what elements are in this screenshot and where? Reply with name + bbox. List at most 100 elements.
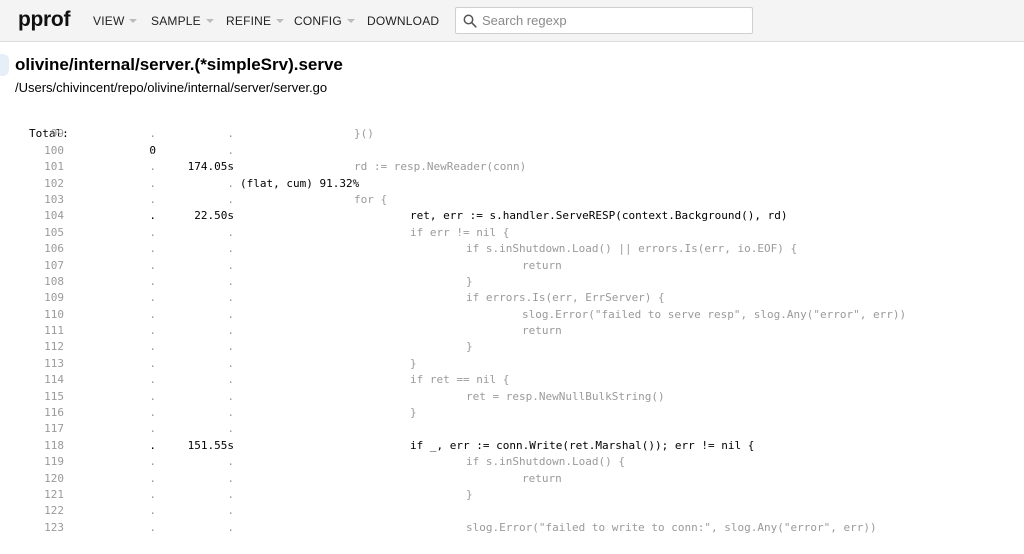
line-number: 117 xyxy=(44,422,64,436)
source-line-row[interactable]: 122.. xyxy=(0,503,234,519)
cum-value: . xyxy=(227,291,234,305)
source-line-row[interactable]: 114.. if ret == nil { xyxy=(0,372,509,388)
source-code: ret = resp.NewNullBulkString() xyxy=(466,389,665,403)
source-code: if errors.Is(err, ErrServer) { xyxy=(466,291,665,305)
line-number: 110 xyxy=(44,307,64,321)
pprof-logo[interactable]: pprof xyxy=(18,8,70,32)
source-line-row[interactable]: 102.. xyxy=(0,176,234,192)
flat-value: . xyxy=(149,406,156,420)
search-box[interactable] xyxy=(455,7,753,34)
source-code: if err != nil { xyxy=(410,225,510,239)
source-line-row[interactable]: 118. 151.55s if _, err := conn.Write(ret.M… xyxy=(0,438,754,454)
source-line-row[interactable]: 123.. slog.Error("failed to write to conn… xyxy=(0,520,876,536)
source-line-row[interactable]: 109.. if errors.Is(err, ErrServer) { xyxy=(0,290,665,306)
line-number: 102 xyxy=(44,176,64,190)
source-line-row[interactable]: 112..} xyxy=(0,339,473,355)
source-code: return xyxy=(522,471,562,485)
flat-value: . xyxy=(149,143,156,157)
flat-value: . xyxy=(149,520,156,534)
flat-value: . xyxy=(149,504,156,518)
cum-value: 22.50s xyxy=(194,209,234,223)
cum-value: . xyxy=(227,389,234,403)
source-line-row[interactable]: 119.. if s.inShutdown.Load() { xyxy=(0,454,625,470)
line-number: 113 xyxy=(44,356,64,370)
source-code: ret, err := s.handler.ServeRESP(context.… xyxy=(410,209,788,223)
source-line-row[interactable]: 105.. if err != nil { xyxy=(0,225,509,241)
cum-value: 151.55s xyxy=(187,438,234,452)
source-line-row[interactable]: 110.. slog.Error("failed to serve resp", … xyxy=(0,307,906,323)
line-number: 122 xyxy=(44,504,64,518)
flat-value: . xyxy=(149,242,156,256)
source-line-row[interactable]: 120.. return xyxy=(0,471,562,487)
source-file-path: /Users/chivincent/repo/olivine/internal/… xyxy=(15,80,328,95)
menu-view[interactable]: VIEW xyxy=(93,14,138,28)
source-line-row[interactable]: 116..} xyxy=(0,405,417,421)
caret-down-icon xyxy=(346,18,355,23)
source-line-row[interactable]: 103.. for { xyxy=(0,192,387,208)
source-line-row[interactable]: 106.. if s.inShutdown.Load() || errors.Is… xyxy=(0,241,797,257)
menu-sample-label: SAMPLE xyxy=(151,14,201,28)
flat-value: . xyxy=(149,258,156,272)
flat-value: . xyxy=(149,209,156,223)
line-number: 100 xyxy=(44,143,64,157)
source-code: } xyxy=(466,274,473,288)
side-tab-marker[interactable] xyxy=(0,54,9,76)
line-number: 107 xyxy=(44,258,64,272)
source-line-row[interactable]: 111.. return xyxy=(0,323,562,339)
cum-value: . xyxy=(227,487,234,501)
flat-value: . xyxy=(149,455,156,469)
line-number: 123 xyxy=(44,520,64,534)
source-line-row[interactable]: 115.. ret = resp.NewNullBulkString() xyxy=(0,389,665,405)
menu-config[interactable]: CONFIG xyxy=(294,14,355,28)
source-line-row[interactable]: 104. 22.50s ret, err := s.handler.ServeRES… xyxy=(0,208,787,224)
total-row: Total: 0 174.05s (flat, cum) 91.32% xyxy=(0,110,359,189)
menu-sample[interactable]: SAMPLE xyxy=(151,14,214,28)
flat-value: . xyxy=(149,487,156,501)
line-number: 99 xyxy=(50,127,64,141)
line-number: 119 xyxy=(44,455,64,469)
line-number: 104 xyxy=(44,209,64,223)
line-number: 118 xyxy=(44,438,64,452)
menu-refine-label: REFINE xyxy=(226,14,272,28)
menu-download-label: DOWNLOAD xyxy=(367,14,440,28)
cum-value: . xyxy=(227,225,234,239)
flat-value: . xyxy=(149,307,156,321)
line-number: 111 xyxy=(44,324,64,338)
source-code: } xyxy=(466,340,473,354)
source-line-row[interactable]: 101.. rd := resp.NewReader(conn) xyxy=(0,159,526,175)
source-line-row[interactable]: 99..}() xyxy=(0,126,374,142)
source-line-row[interactable]: 107.. return xyxy=(0,258,562,274)
source-code: slog.Error("failed to write to conn:", s… xyxy=(466,520,877,534)
flat-value: . xyxy=(149,373,156,387)
cum-value: . xyxy=(227,160,234,174)
source-line-row[interactable]: 100.. xyxy=(0,143,234,159)
line-number: 106 xyxy=(44,242,64,256)
flat-value: . xyxy=(149,192,156,206)
menu-config-label: CONFIG xyxy=(294,14,342,28)
cum-value: . xyxy=(227,406,234,420)
line-number: 105 xyxy=(44,225,64,239)
flat-value: . xyxy=(149,291,156,305)
search-input[interactable] xyxy=(482,11,742,30)
source-line-row[interactable]: 108..} xyxy=(0,274,473,290)
cum-value: . xyxy=(227,324,234,338)
source-code: } xyxy=(410,406,417,420)
source-line-row[interactable]: 117.. xyxy=(0,421,234,437)
source-line-row[interactable]: 121..} xyxy=(0,487,473,503)
cum-value: . xyxy=(227,143,234,157)
cum-value: . xyxy=(227,422,234,436)
source-line-row[interactable]: 113..} xyxy=(0,356,417,372)
source-code: for { xyxy=(354,192,388,206)
cum-value: . xyxy=(227,356,234,370)
flat-value: . xyxy=(149,274,156,288)
menu-download[interactable]: DOWNLOAD xyxy=(367,14,439,28)
menu-refine[interactable]: REFINE xyxy=(226,14,285,28)
source-code: return xyxy=(522,258,562,272)
cum-value: . xyxy=(227,307,234,321)
flat-value: . xyxy=(149,324,156,338)
flat-value: . xyxy=(149,225,156,239)
cum-value: . xyxy=(227,176,234,190)
cum-value: . xyxy=(227,340,234,354)
source-code: if ret == nil { xyxy=(410,373,510,387)
source-code: slog.Error("failed to serve resp", slog.… xyxy=(522,307,907,321)
